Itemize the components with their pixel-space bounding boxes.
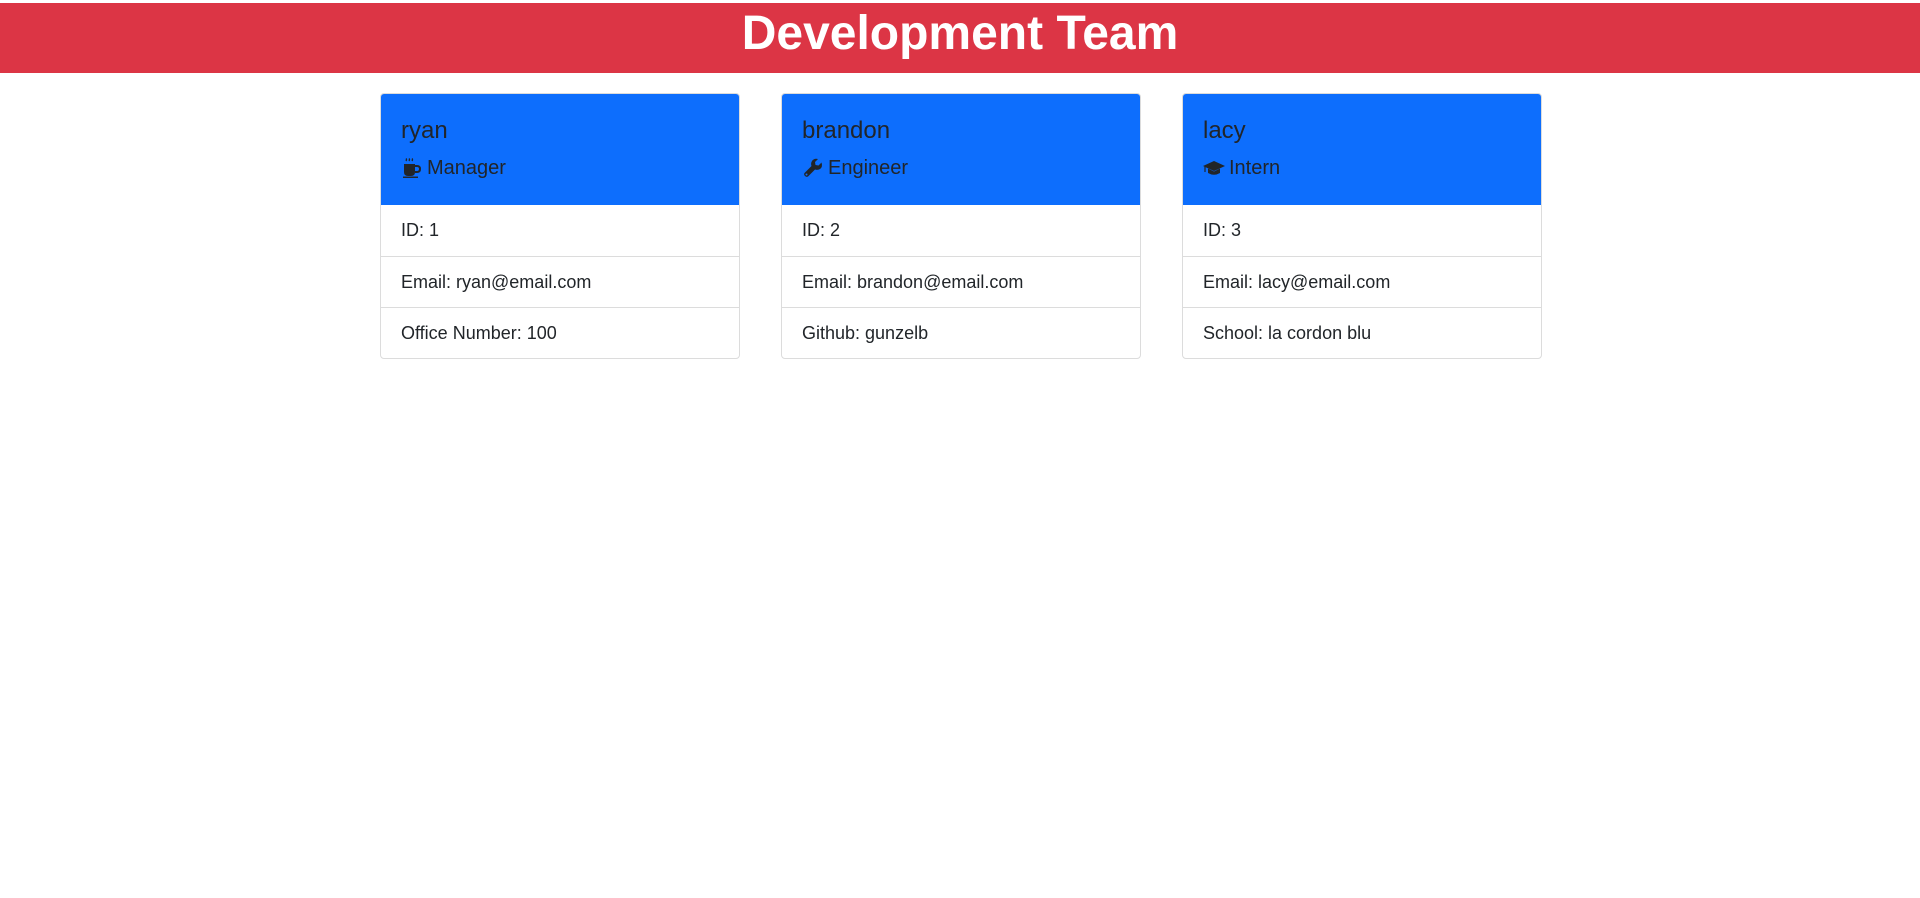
list-item-office-number: Office Number: 100 (381, 307, 739, 358)
employee-name: lacy (1203, 117, 1246, 144)
card-header: lacy Intern (1183, 94, 1541, 205)
list-item-email: Email: ryan@email.com (381, 256, 739, 307)
card-header: ryan Manager (381, 94, 739, 205)
info-list: ID: 2 Email: brandon@email.com Github: g… (782, 205, 1140, 358)
list-item-email: Email: lacy@email.com (1183, 256, 1541, 307)
coffee-mug-icon (401, 157, 423, 179)
role-label: Manager (427, 156, 506, 179)
employee-name: brandon (802, 117, 891, 144)
page-header: Development Team (0, 3, 1920, 73)
employee-card: lacy Intern ID: 3 Email: lacy@email.com … (1182, 93, 1542, 359)
employee-role: Engineer (802, 155, 1120, 181)
info-list: ID: 3 Email: lacy@email.com School: la c… (1183, 205, 1541, 358)
card-header: brandon Engineer (782, 94, 1140, 205)
employee-name: ryan (401, 117, 448, 144)
list-item-id: ID: 1 (401, 220, 440, 240)
info-list: ID: 1 Email: ryan@email.com Office Numbe… (381, 205, 739, 358)
employee-card: brandon Engineer ID: 2 Email: brandon@em… (781, 93, 1141, 359)
list-item-email: Email: brandon@email.com (782, 256, 1140, 307)
list-item-id: ID: 2 (802, 220, 841, 240)
list-item-github: Github: gunzelb (782, 307, 1140, 358)
employee-card: ryan Manager ID: 1 Email: ryan@email.com… (380, 93, 740, 359)
employee-role: Manager (401, 155, 719, 181)
graduation-cap-icon (1203, 157, 1225, 179)
team-cards: ryan Manager ID: 1 Email: ryan@email.com… (380, 93, 1542, 359)
page-title: Development Team (741, 7, 1179, 60)
list-item-id: ID: 3 (1203, 220, 1242, 240)
role-label: Engineer (828, 156, 909, 179)
wrench-icon (802, 157, 824, 179)
list-item-school: School: la cordon blu (1183, 307, 1541, 358)
role-label: Intern (1229, 156, 1281, 179)
employee-role: Intern (1203, 155, 1521, 181)
